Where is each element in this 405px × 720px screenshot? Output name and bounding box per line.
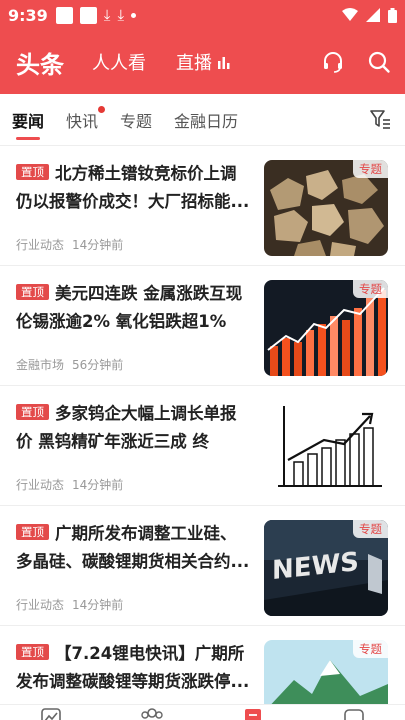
news-headline: 置顶 北方稀土镨钕竞标价上调仍以报警价成交！大厂招标能... bbox=[16, 160, 252, 216]
chat-bubble-icon bbox=[344, 709, 365, 720]
nav-renrenkan-label: 人人看 bbox=[92, 53, 146, 74]
filter-icon[interactable] bbox=[369, 108, 391, 130]
notification-square-icon bbox=[79, 6, 97, 24]
wifi-icon bbox=[342, 8, 358, 21]
news-feed: 置顶 北方稀土镨钕竞标价上调仍以报警价成交！大厂招标能... 行业动态 14分钟前 … bbox=[0, 146, 405, 720]
news-category: 行业动态 bbox=[16, 598, 65, 612]
topic-badge: 专题 bbox=[353, 640, 388, 658]
news-item[interactable]: 置顶 北方稀土镨钕竞标价上调仍以报警价成交！大厂招标能... 行业动态 14分钟前 … bbox=[0, 146, 405, 266]
battery-icon bbox=[388, 7, 397, 23]
search-icon[interactable] bbox=[367, 50, 391, 74]
nav-renrenkan[interactable]: 人人看 bbox=[92, 49, 146, 75]
news-category: 金融市场 bbox=[16, 358, 65, 372]
tab-topics[interactable]: 专题 bbox=[120, 100, 152, 140]
notification-square-icon bbox=[55, 6, 73, 24]
news-time: 14分钟前 bbox=[72, 598, 124, 612]
live-bars-icon bbox=[218, 57, 230, 69]
tab-finance-calendar-label: 金融日历 bbox=[174, 111, 239, 131]
group-icon bbox=[141, 708, 163, 719]
bottom-nav-messages[interactable] bbox=[339, 705, 369, 720]
news-time: 56分钟前 bbox=[72, 358, 124, 372]
pinned-badge: 置顶 bbox=[16, 404, 49, 420]
bottom-nav bbox=[0, 704, 405, 720]
news-title: 广期所发布调整工业硅、多晶硅、碳酸锂期货相关合约... bbox=[16, 524, 250, 571]
category-tabs: 要闻 快讯 专题 金融日历 bbox=[0, 94, 405, 146]
bottom-nav-community[interactable] bbox=[137, 705, 167, 720]
news-time: 14分钟前 bbox=[72, 478, 124, 492]
news-headline: 置顶多家钨企大幅上调长单报价 黑钨精矿年涨近三成 终端“... bbox=[16, 400, 252, 456]
bottom-nav-market[interactable] bbox=[36, 705, 66, 720]
nav-live[interactable]: 直播 bbox=[176, 49, 230, 75]
bottom-nav-news[interactable] bbox=[238, 705, 268, 720]
nav-live-label: 直播 bbox=[176, 53, 212, 74]
news-item[interactable]: 置顶美元四连跌 金属涨跌互现 伦锡涨逾2% 氧化铝跌超1% 焦... 金融市场 5… bbox=[0, 266, 405, 386]
news-title: 美元四连跌 金属涨跌互现 伦锡涨逾2% 氧化铝跌超1% 焦... bbox=[16, 284, 243, 331]
news-category: 行业动态 bbox=[16, 238, 65, 252]
news-thumbnail: NEWS 专题 bbox=[264, 520, 388, 616]
tab-topics-label: 专题 bbox=[120, 111, 153, 131]
status-time: 9:39 bbox=[8, 5, 48, 25]
pinned-badge: 置顶 bbox=[16, 164, 49, 180]
news-headline: 置顶 广期所发布调整工业硅、多晶硅、碳酸锂期货相关合约... bbox=[16, 520, 252, 576]
news-title: 北方稀土镨钕竞标价上调仍以报警价成交！大厂招标能... bbox=[16, 164, 250, 211]
trend-chart-icon bbox=[40, 708, 61, 720]
more-notifications-dot-icon bbox=[131, 12, 137, 18]
topic-badge: 专题 bbox=[353, 160, 388, 178]
signal-icon bbox=[366, 8, 380, 22]
topic-badge: 专题 bbox=[353, 280, 388, 298]
news-doc-icon bbox=[245, 709, 262, 720]
news-thumbnail: 专题 bbox=[264, 160, 388, 256]
news-item[interactable]: 置顶 广期所发布调整工业硅、多晶硅、碳酸锂期货相关合约... 行业动态 14分钟前 … bbox=[0, 506, 405, 626]
tab-finance-calendar[interactable]: 金融日历 bbox=[174, 100, 238, 140]
news-thumbnail bbox=[264, 400, 388, 496]
download-icon: ⤓ bbox=[117, 5, 125, 24]
news-headline: 置顶美元四连跌 金属涨跌互现 伦锡涨逾2% 氧化铝跌超1% 焦... bbox=[16, 280, 252, 336]
news-meta: 行业动态 14分钟前 bbox=[16, 476, 131, 493]
app-header: 头条 人人看 直播 bbox=[0, 30, 405, 94]
pinned-badge: 置顶 bbox=[16, 284, 49, 300]
download-icon: ⤓ bbox=[103, 5, 111, 24]
tab-flash[interactable]: 快讯 bbox=[66, 100, 106, 140]
news-item[interactable]: 置顶多家钨企大幅上调长单报价 黑钨精矿年涨近三成 终端“... 行业动态 14分钟… bbox=[0, 386, 405, 506]
news-meta: 金融市场 56分钟前 bbox=[16, 356, 131, 373]
news-meta: 行业动态 14分钟前 bbox=[16, 236, 131, 253]
news-time: 14分钟前 bbox=[72, 238, 124, 252]
tab-news-label: 要闻 bbox=[12, 111, 45, 131]
unread-dot bbox=[98, 105, 106, 113]
news-title: 多家钨企大幅上调长单报价 黑钨精矿年涨近三成 终端“... bbox=[16, 404, 237, 451]
brand-title[interactable]: 头条 bbox=[16, 45, 64, 80]
news-category: 行业动态 bbox=[16, 478, 65, 492]
pinned-badge: 置顶 bbox=[16, 524, 49, 540]
news-headline: 置顶 【7.24锂电快讯】广期所发布调整碳酸锂等期货涨跌停... bbox=[16, 640, 252, 696]
notification-icons: ⤓ ⤓ bbox=[55, 5, 137, 24]
status-bar: 9:39 ⤓ ⤓ bbox=[0, 0, 405, 30]
topic-badge: 专题 bbox=[353, 520, 388, 538]
sketch-chart-image bbox=[264, 400, 388, 496]
tab-flash-label: 快讯 bbox=[66, 111, 99, 131]
news-thumbnail: 专题 bbox=[264, 280, 388, 376]
news-title: 【7.24锂电快讯】广期所发布调整碳酸锂等期货涨跌停... bbox=[16, 644, 250, 691]
headset-icon[interactable] bbox=[321, 50, 345, 74]
news-meta: 行业动态 14分钟前 bbox=[16, 596, 131, 613]
tab-news[interactable]: 要闻 bbox=[12, 100, 44, 140]
pinned-badge: 置顶 bbox=[16, 644, 49, 660]
